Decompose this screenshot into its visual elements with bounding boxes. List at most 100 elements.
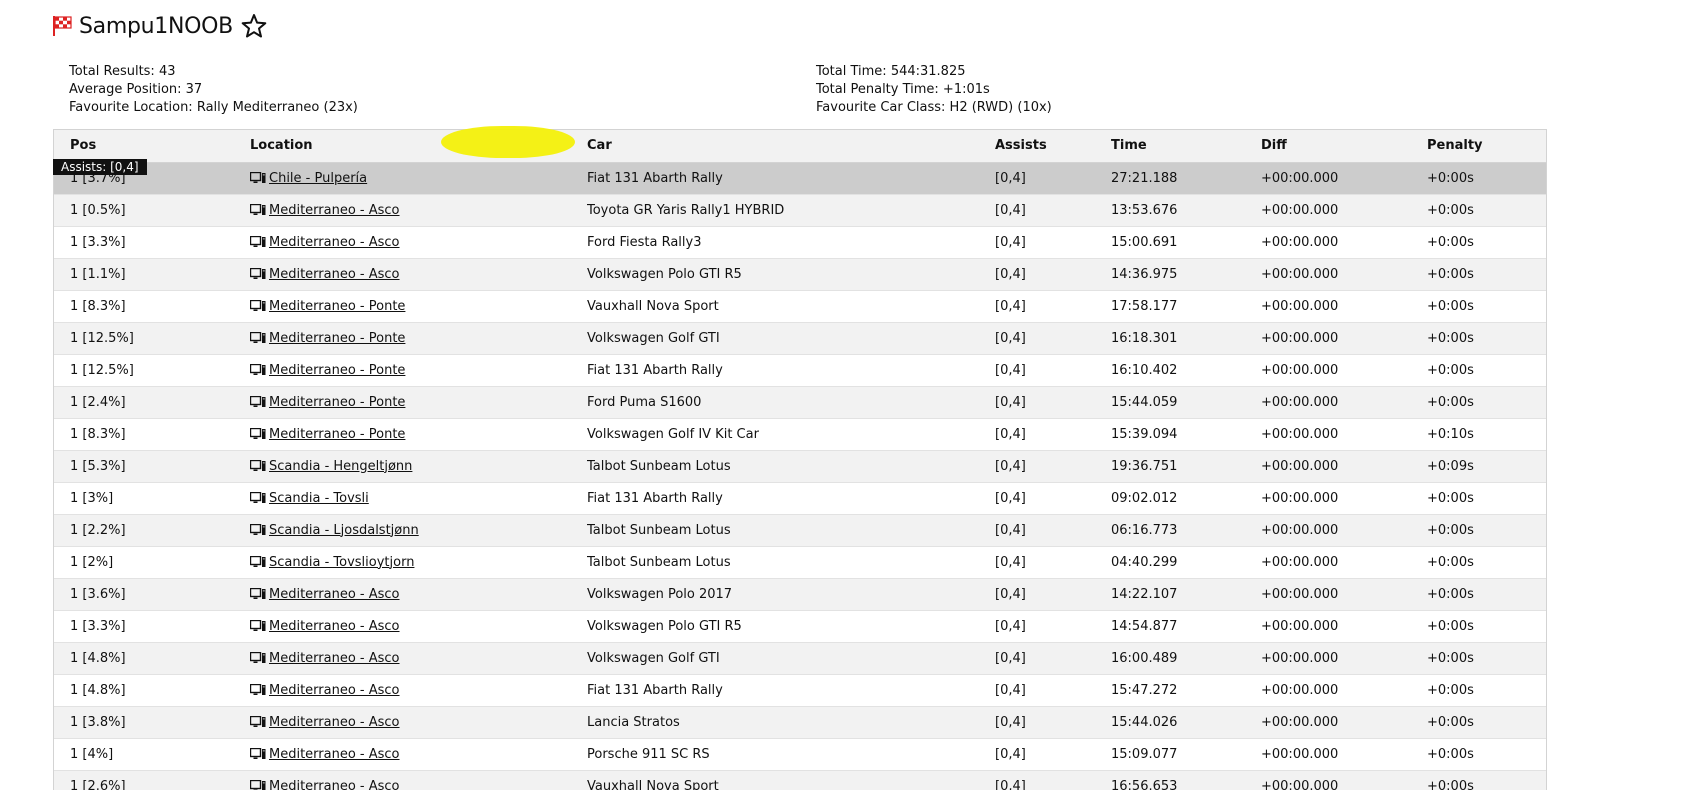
location-link[interactable]: Scandia - Hengeltjønn <box>269 459 412 474</box>
column-header-time[interactable]: Time <box>1111 130 1261 162</box>
cell-pos: 1 [3.3%] <box>54 226 250 258</box>
table-row[interactable]: 1 [4.8%]Mediterraneo - AscoFiat 131 Abar… <box>54 674 1546 706</box>
column-header-assists[interactable]: Assists <box>995 130 1111 162</box>
cell-diff: +00:00.000 <box>1261 354 1427 386</box>
cell-time: 06:16.773 <box>1111 514 1261 546</box>
monitor-icon <box>250 556 266 568</box>
monitor-icon <box>250 268 266 280</box>
favourite-car-class: Favourite Car Class: H2 (RWD) (10x) <box>816 99 1052 117</box>
location-cell: Scandia - Tovslioytjorn <box>250 555 587 570</box>
cell-penalty: +0:00s <box>1427 738 1546 770</box>
monitor-icon <box>250 684 266 696</box>
location-link[interactable]: Mediterraneo - Ponte <box>269 427 405 442</box>
cell-location: Scandia - Tovsli <box>250 482 587 514</box>
assists-tooltip: Assists: [0,4] <box>53 159 147 175</box>
cell-pos: 1 [0.5%] <box>54 194 250 226</box>
cell-penalty: +0:00s <box>1427 290 1546 322</box>
cell-diff: +00:00.000 <box>1261 322 1427 354</box>
cell-location: Mediterraneo - Ponte <box>250 290 587 322</box>
table-row[interactable]: 1 [3.3%]Mediterraneo - AscoVolkswagen Po… <box>54 610 1546 642</box>
location-cell: Scandia - Hengeltjønn <box>250 459 587 474</box>
table-row[interactable]: 1 [3.7%]Chile - PulperíaFiat 131 Abarth … <box>54 162 1546 194</box>
cell-location: Scandia - Hengeltjønn <box>250 450 587 482</box>
cell-penalty: +0:00s <box>1427 226 1546 258</box>
cell-car: Talbot Sunbeam Lotus <box>587 514 995 546</box>
location-link[interactable]: Mediterraneo - Ponte <box>269 395 405 410</box>
location-link[interactable]: Mediterraneo - Asco <box>269 683 400 698</box>
cell-penalty: +0:00s <box>1427 578 1546 610</box>
monitor-icon <box>250 204 266 216</box>
cell-assists: [0,4] <box>995 770 1111 790</box>
table-row[interactable]: 1 [8.3%] Mediterraneo - Ponte Vauxhall Nov… <box>54 290 1546 322</box>
star-outline-icon[interactable] <box>241 13 267 39</box>
cell-location: Mediterraneo - Ponte <box>250 322 587 354</box>
cell-diff: +00:00.000 <box>1261 674 1427 706</box>
column-header-car[interactable]: Car <box>587 130 995 162</box>
location-link[interactable]: Scandia - Tovslioytjorn <box>269 555 414 570</box>
table-row[interactable]: 1 [12.5%]Mediterraneo - PonteFiat 131 Ab… <box>54 354 1546 386</box>
location-link[interactable]: Mediterraneo - Asco <box>269 779 400 790</box>
cell-penalty: +0:00s <box>1427 674 1546 706</box>
location-link[interactable]: Scandia - Tovsli <box>269 491 369 506</box>
favourite-location: Favourite Location: Rally Mediterraneo (… <box>69 99 358 117</box>
location-link[interactable]: Mediterraneo - Asco <box>269 747 400 762</box>
cell-pos: 1 [2.2%] <box>54 514 250 546</box>
cell-time: 14:36.975 <box>1111 258 1261 290</box>
cell-car: Vauxhall Nova Sport <box>587 290 995 322</box>
cell-assists: [0,4] <box>995 514 1111 546</box>
cell-time: 17:58.177 <box>1111 290 1261 322</box>
cell-location: Scandia - Tovslioytjorn <box>250 546 587 578</box>
cell-car: Ford Puma S1600 <box>587 386 995 418</box>
table-row[interactable]: 1 [12.5%]Mediterraneo - PonteVolkswagen … <box>54 322 1546 354</box>
location-link[interactable]: Chile - Pulpería <box>269 171 367 186</box>
cell-car: Fiat 131 Abarth Rally <box>587 354 995 386</box>
cell-time: 14:54.877 <box>1111 610 1261 642</box>
column-header-diff[interactable]: Diff <box>1261 130 1427 162</box>
location-link[interactable]: Mediterraneo - Asco <box>269 619 400 634</box>
table-row[interactable]: 1 [3%]Scandia - TovsliFiat 131 Abarth Ra… <box>54 482 1546 514</box>
monitor-icon <box>250 428 266 440</box>
monitor-icon <box>250 300 266 312</box>
location-link[interactable]: Mediterraneo - Asco <box>269 203 400 218</box>
cell-location: Scandia - Ljosdalstjønn <box>250 514 587 546</box>
table-row[interactable]: 1 [2.2%] Scandia - Ljosdalstjønn Talbot Su… <box>54 514 1546 546</box>
table-row[interactable]: 1 [4.8%]Mediterraneo - AscoVolkswagen Go… <box>54 642 1546 674</box>
table-row[interactable]: 1 [3.6%]Mediterraneo - AscoVolkswagen Po… <box>54 578 1546 610</box>
cell-pos: 1 [4.8%] <box>54 642 250 674</box>
table-row[interactable]: 1 [3.3%]Mediterraneo - AscoFord Fiesta R… <box>54 226 1546 258</box>
cell-assists: [0,4] <box>995 738 1111 770</box>
cell-penalty: +0:00s <box>1427 386 1546 418</box>
cell-time: 09:02.012 <box>1111 482 1261 514</box>
location-link[interactable]: Mediterraneo - Asco <box>269 715 400 730</box>
cell-diff: +00:00.000 <box>1261 258 1427 290</box>
location-link[interactable]: Mediterraneo - Ponte <box>269 299 405 314</box>
table-row[interactable]: 1 [1.1%]Mediterraneo - AscoVolkswagen Po… <box>54 258 1546 290</box>
location-link[interactable]: Mediterraneo - Asco <box>269 587 400 602</box>
cell-pos: 1 [8.3%] <box>54 290 250 322</box>
column-header-pos[interactable]: Pos <box>54 130 250 162</box>
cell-time: 27:21.188 <box>1111 162 1261 194</box>
table-row[interactable]: 1 [0.5%]Mediterraneo - AscoToyota GR Yar… <box>54 194 1546 226</box>
table-row[interactable]: 1 [3.8%]Mediterraneo - AscoLancia Strato… <box>54 706 1546 738</box>
location-link[interactable]: Mediterraneo - Ponte <box>269 363 405 378</box>
cell-diff: +00:00.000 <box>1261 770 1427 790</box>
cell-time: 19:36.751 <box>1111 450 1261 482</box>
cell-pos: 1 [12.5%] <box>54 322 250 354</box>
cell-diff: +00:00.000 <box>1261 706 1427 738</box>
location-link[interactable]: Mediterraneo - Asco <box>269 651 400 666</box>
location-link[interactable]: Mediterraneo - Asco <box>269 267 400 282</box>
table-row[interactable]: 1 [2.6%]Mediterraneo - AscoVauxhall Nova… <box>54 770 1546 790</box>
cell-diff: +00:00.000 <box>1261 482 1427 514</box>
table-row[interactable]: 1 [2.4%]Mediterraneo - PonteFord Puma S1… <box>54 386 1546 418</box>
table-row[interactable]: 1 [2%]Scandia - TovslioytjornTalbot Sunb… <box>54 546 1546 578</box>
location-link[interactable]: Scandia - Ljosdalstjønn <box>269 523 419 538</box>
location-link[interactable]: Mediterraneo - Asco <box>269 235 400 250</box>
table-row[interactable]: 1 [5.3%]Scandia - HengeltjønnTalbot Sunb… <box>54 450 1546 482</box>
column-header-penalty[interactable]: Penalty <box>1427 130 1546 162</box>
cell-diff: +00:00.000 <box>1261 386 1427 418</box>
cell-time: 14:22.107 <box>1111 578 1261 610</box>
yellow-highlight-mark <box>441 126 575 158</box>
table-row[interactable]: 1 [8.3%]Mediterraneo - PonteVolkswagen G… <box>54 418 1546 450</box>
location-link[interactable]: Mediterraneo - Ponte <box>269 331 405 346</box>
table-row[interactable]: 1 [4%]Mediterraneo - AscoPorsche 911 SC … <box>54 738 1546 770</box>
